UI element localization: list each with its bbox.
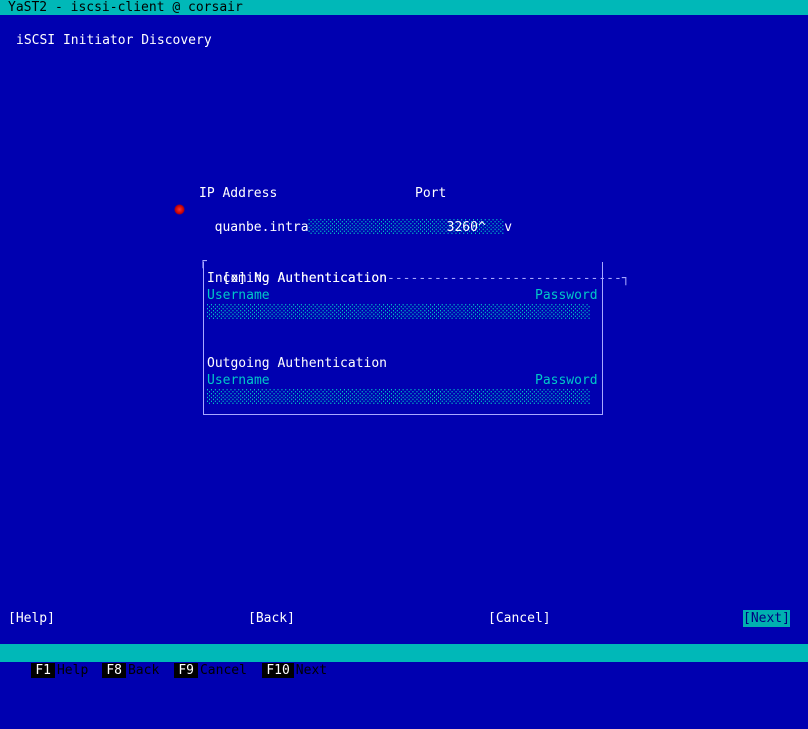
frame-corner: ┌ bbox=[199, 254, 207, 269]
fkey-f10-label: Next bbox=[295, 663, 328, 678]
window-title: YaST2 - iscsi-client @ corsair bbox=[8, 0, 243, 15]
help-button[interactable]: [Help] bbox=[8, 610, 55, 627]
port-label: Port bbox=[415, 186, 447, 201]
dialog-heading: iSCSI Initiator Discovery bbox=[16, 33, 212, 48]
next-button[interactable]: [Next] bbox=[743, 610, 790, 627]
back-button[interactable]: [Back] bbox=[248, 610, 295, 627]
cursor-indicator bbox=[174, 204, 185, 215]
fkey-next[interactable]: F10 Next bbox=[231, 644, 327, 678]
incoming-auth-label: Incoming Authentication bbox=[207, 271, 388, 286]
title-bar: YaST2 - iscsi-client @ corsair bbox=[0, 0, 808, 15]
outgoing-username-field[interactable]: ░░░░░░░░░░░░░░░░░░░░░░░░░░░░░░░░░░░░░░░░… bbox=[207, 389, 591, 406]
ip-address-label: IP Address bbox=[199, 186, 278, 201]
outgoing-username-label: Username bbox=[207, 373, 270, 388]
port-value: 3260 bbox=[446, 220, 478, 235]
cancel-button[interactable]: [Cancel] bbox=[488, 610, 551, 627]
incoming-username-field[interactable]: ░░░░░░░░░░░░░░░░░░░░░░░░░░░░░░░░░░░░░░░░… bbox=[207, 304, 591, 321]
incoming-password-label: Password bbox=[535, 288, 598, 303]
function-key-bar: F1 Help F8 Back F9 Cancel F10 Next bbox=[0, 644, 808, 678]
outgoing-password-label: Password bbox=[535, 373, 598, 388]
port-field[interactable]: 3260^ bbox=[431, 202, 486, 236]
fkey-f8-key: F8 bbox=[102, 663, 126, 678]
incoming-username-label: Username bbox=[207, 288, 270, 303]
fkey-f9-key: F9 bbox=[174, 663, 198, 678]
fkey-f1-key: F1 bbox=[31, 663, 55, 678]
fkey-f10-key: F10 bbox=[262, 663, 294, 678]
ip-address-value: quanbe.intra bbox=[214, 220, 309, 235]
outgoing-auth-label: Outgoing Authentication bbox=[207, 356, 388, 371]
